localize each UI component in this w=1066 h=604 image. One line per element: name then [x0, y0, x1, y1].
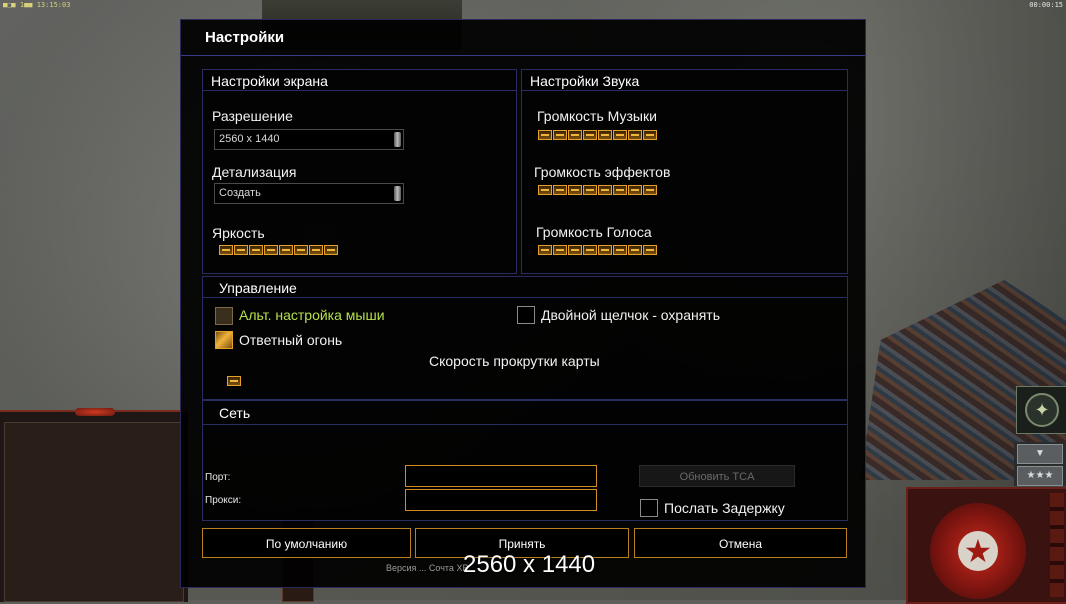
proxy-label: Прокси: [205, 495, 242, 506]
voice-volume-label: Громкость Голоса [536, 224, 652, 240]
radar-button[interactable]: ✦ [1016, 386, 1066, 434]
network-heading: Сеть [203, 401, 847, 425]
faction-emblem: ★ [906, 487, 1066, 604]
detail-value: Создать [219, 187, 261, 199]
port-input[interactable] [405, 465, 597, 487]
slider-segment[interactable] [309, 245, 323, 255]
slider-segment[interactable] [643, 185, 657, 195]
display-settings-heading: Настройки экрана [203, 70, 516, 91]
scroll-handle-icon[interactable] [394, 186, 401, 201]
display-settings-panel: Настройки экрана Разрешение 2560 x 1440 … [202, 69, 517, 274]
title-divider [181, 55, 865, 56]
cancel-button[interactable]: Отмена [634, 528, 847, 558]
slider-segment[interactable] [583, 245, 597, 255]
unit-info-panel [0, 408, 188, 602]
slider-segment[interactable] [598, 245, 612, 255]
slider-segment[interactable] [568, 245, 582, 255]
double-click-guard-checkbox[interactable] [517, 306, 535, 324]
slider-segment[interactable] [613, 245, 627, 255]
slider-segment[interactable] [279, 245, 293, 255]
brightness-slider[interactable] [219, 245, 338, 257]
emblem-side-bar [1050, 493, 1064, 597]
detail-label: Детализация [212, 164, 297, 180]
brightness-label: Яркость [212, 225, 265, 241]
double-click-guard-label[interactable]: Двойной щелчок - охранять [541, 307, 720, 323]
hud-control-buttons: ▼ ★★★ [1014, 442, 1066, 486]
music-volume-label: Громкость Музыки [537, 108, 657, 124]
resolution-value: 2560 x 1440 [219, 133, 280, 145]
slider-segment[interactable] [583, 185, 597, 195]
update-tca-button[interactable]: Обновить TCA [639, 465, 795, 487]
send-delay-label[interactable]: Послать Задержку [664, 500, 785, 516]
slider-segment[interactable] [553, 185, 567, 195]
dialog-title: Настройки [205, 29, 285, 46]
slider-segment[interactable] [598, 130, 612, 140]
controls-panel: Управление Альт. настройка мыши Ответный… [202, 276, 848, 400]
resolution-dropdown[interactable]: 2560 x 1440 [214, 129, 404, 150]
slider-segment[interactable] [628, 245, 642, 255]
slider-segment[interactable] [538, 185, 552, 195]
game-timer: 00:00:15 [1029, 1, 1063, 9]
controls-heading: Управление [203, 277, 847, 298]
star-icon: ★ [958, 531, 998, 571]
slider-segment[interactable] [227, 376, 241, 386]
fps-clock-readout: ■□■ 1■■ 13:15:03 [3, 1, 71, 9]
sound-settings-heading: Настройки Звука [522, 70, 847, 91]
resolution-label: Разрешение [212, 108, 293, 124]
retaliation-checkbox[interactable] [215, 331, 233, 349]
unit-portrait-area [4, 422, 184, 602]
sound-settings-panel: Настройки Звука Громкость Музыки Громкос… [521, 69, 848, 274]
slider-segment[interactable] [219, 245, 233, 255]
retaliation-label[interactable]: Ответный огонь [239, 332, 342, 348]
slider-segment[interactable] [249, 245, 263, 255]
slider-segment[interactable] [553, 130, 567, 140]
scroll-speed-label: Скорость прокрутки карты [429, 353, 600, 369]
slider-segment[interactable] [568, 185, 582, 195]
effects-volume-label: Громкость эффектов [534, 164, 671, 180]
scroll-handle-icon[interactable] [394, 132, 401, 147]
slider-segment[interactable] [613, 185, 627, 195]
slider-segment[interactable] [628, 185, 642, 195]
send-delay-checkbox[interactable] [640, 499, 658, 517]
proxy-input[interactable] [405, 489, 597, 511]
effects-volume-slider[interactable] [538, 185, 657, 197]
slider-segment[interactable] [234, 245, 248, 255]
detail-dropdown[interactable]: Создать [214, 183, 404, 204]
compass-icon: ✦ [1025, 393, 1059, 427]
slider-segment[interactable] [598, 185, 612, 195]
scroll-down-button[interactable]: ▼ [1017, 444, 1063, 464]
status-light-icon [75, 408, 115, 416]
slider-segment[interactable] [568, 130, 582, 140]
slider-segment[interactable] [643, 130, 657, 140]
dragon-emblem-icon: ★ [930, 503, 1026, 599]
version-text: Версия ... Сочта ХВ [386, 563, 469, 573]
slider-segment[interactable] [324, 245, 338, 255]
slider-segment[interactable] [264, 245, 278, 255]
default-button[interactable]: По умолчанию [202, 528, 411, 558]
slider-segment[interactable] [643, 245, 657, 255]
slider-segment[interactable] [294, 245, 308, 255]
alt-mouse-checkbox[interactable] [215, 307, 233, 325]
slider-segment[interactable] [583, 130, 597, 140]
alt-mouse-label[interactable]: Альт. настройка мыши [239, 307, 385, 323]
rank-stars-button[interactable]: ★★★ [1017, 466, 1063, 486]
slider-segment[interactable] [553, 245, 567, 255]
music-volume-slider[interactable] [538, 130, 657, 142]
resolution-overlay-text: 2560 x 1440 [463, 551, 596, 578]
slider-segment[interactable] [613, 130, 627, 140]
voice-volume-slider[interactable] [538, 245, 657, 257]
scroll-speed-slider[interactable] [227, 376, 241, 388]
port-label: Порт: [205, 472, 231, 483]
slider-segment[interactable] [538, 245, 552, 255]
slider-segment[interactable] [628, 130, 642, 140]
options-dialog: Настройки Настройки экрана Разрешение 25… [180, 19, 866, 588]
slider-segment[interactable] [538, 130, 552, 140]
